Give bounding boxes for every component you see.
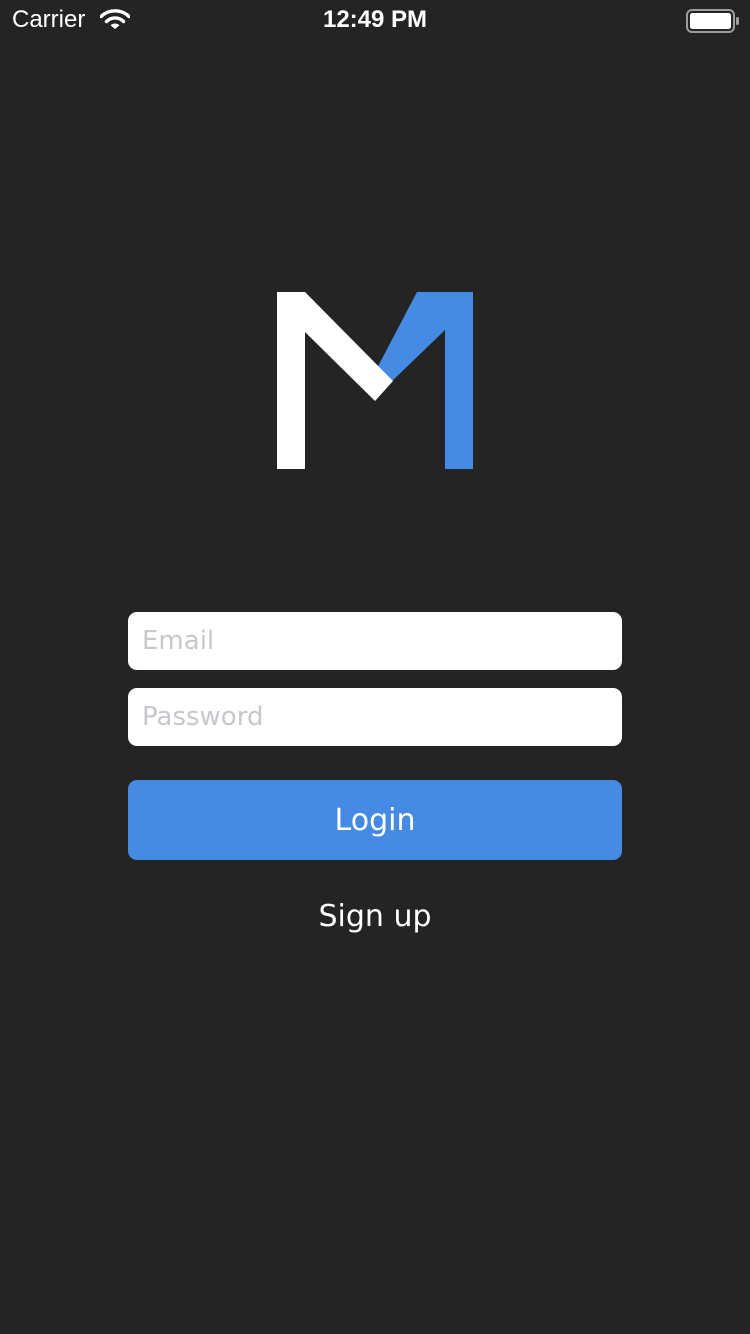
login-button[interactable]: Login — [128, 780, 622, 860]
email-input[interactable] — [128, 612, 622, 670]
m-logo-icon — [277, 292, 473, 469]
signup-link[interactable]: Sign up — [0, 896, 750, 938]
status-bar: Carrier 12:49 PM — [0, 0, 750, 40]
password-input[interactable] — [128, 688, 622, 746]
login-button-label: Login — [334, 802, 416, 838]
status-time: 12:49 PM — [322, 6, 428, 33]
battery-full-icon — [686, 9, 739, 33]
